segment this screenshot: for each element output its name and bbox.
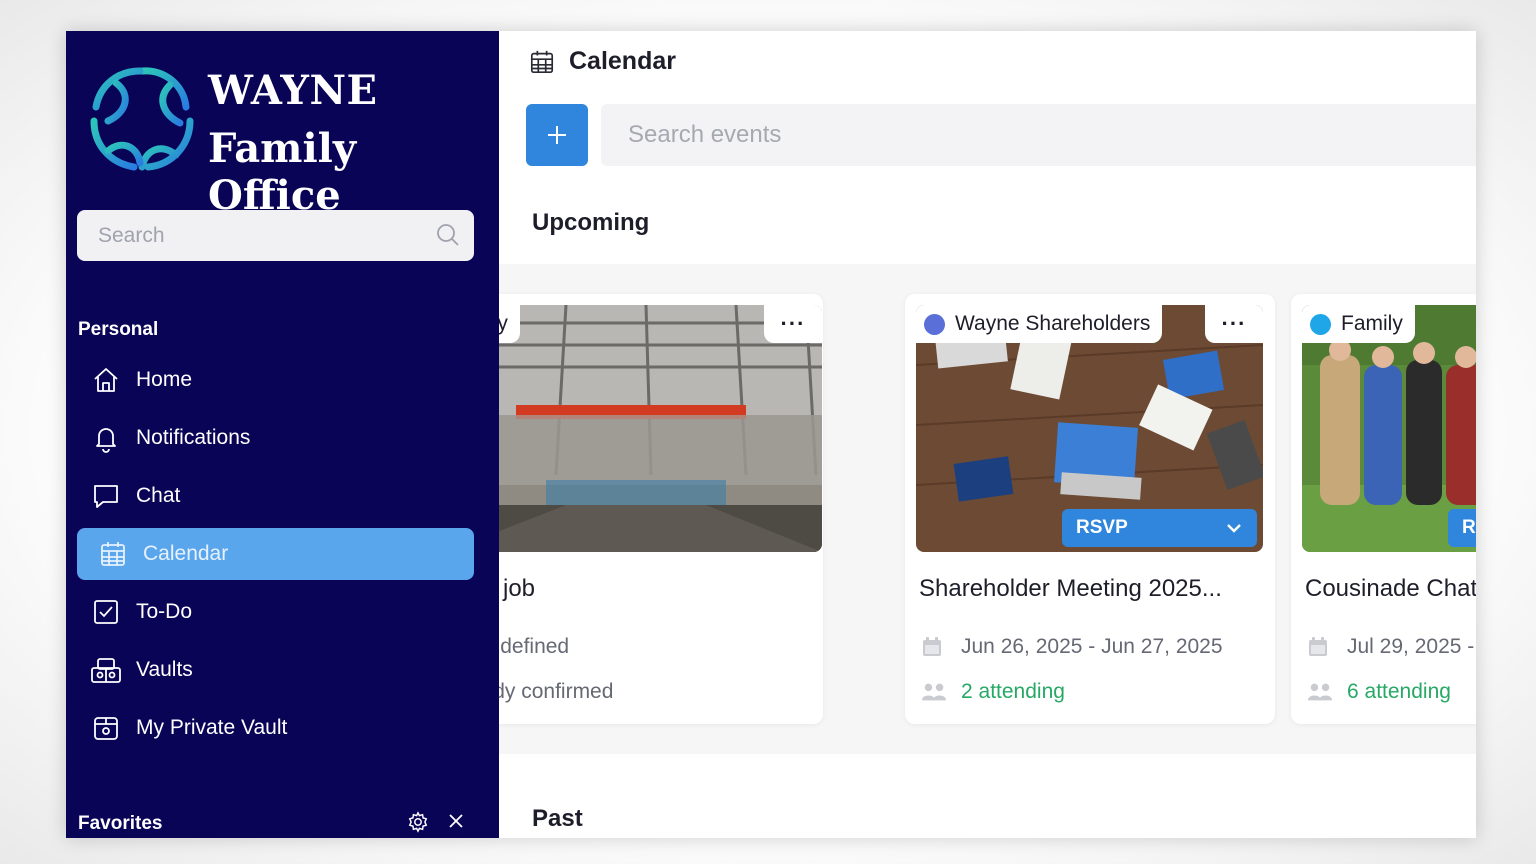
group-color-dot <box>924 313 945 335</box>
event-date: Jun 26, 2025 - Jun 27, 2025 <box>921 635 1223 659</box>
sidebar-item-notifications[interactable]: Notifications <box>77 412 474 464</box>
event-date: Jul 29, 2025 - Jul 3 <box>1307 635 1476 659</box>
event-card[interactable]: Family RSVP Cousinade Chateau Jul 29, 20… <box>1291 294 1476 724</box>
private-vault-icon <box>90 712 122 744</box>
vaults-icon <box>90 654 122 686</box>
sidebar-item-calendar[interactable]: Calendar <box>77 528 474 580</box>
event-search-input[interactable] <box>601 104 1476 166</box>
sidebar-item-label: Chat <box>136 484 181 507</box>
rsvp-label: RSVP <box>1076 517 1128 538</box>
event-group-tag-label: Family <box>499 312 508 335</box>
event-title: Shareholder Meeting 2025... <box>919 575 1222 602</box>
rsvp-label: RSVP <box>1462 517 1476 538</box>
sidebar-item-label: My Private Vault <box>136 716 288 739</box>
event-card[interactable]: Wayne Shareholders ··· RSVP Shareholder … <box>905 294 1275 724</box>
event-group-tag: Family <box>499 305 520 343</box>
event-date-text: To be defined <box>499 635 570 658</box>
sidebar-item-chat[interactable]: Chat <box>77 470 474 522</box>
brand-logo[interactable]: WAYNE Family Office <box>86 63 486 219</box>
sidebar-item-home[interactable]: Home <box>77 354 474 406</box>
event-attendance-text: 2 attending <box>961 680 1065 703</box>
page-background: WAYNE Family Office Personal Home Notifi… <box>0 0 1536 864</box>
upcoming-heading: Upcoming <box>532 209 650 236</box>
more-options-button[interactable]: ··· <box>1205 305 1263 343</box>
app-window: WAYNE Family Office Personal Home Notifi… <box>66 31 1476 838</box>
event-title: mmer job <box>499 575 536 602</box>
personal-section-label: Personal <box>78 319 159 340</box>
event-group-tag-label: Family <box>1341 312 1403 335</box>
plus-icon <box>548 126 566 144</box>
sidebar-search-input[interactable] <box>77 210 474 261</box>
close-icon[interactable] <box>446 811 466 836</box>
past-heading: Past <box>532 805 583 832</box>
calendar-icon <box>921 636 947 658</box>
event-card[interactable]: Family ··· mmer job To be defined Nobody… <box>499 294 823 724</box>
sidebar-item-label: Notifications <box>136 426 251 449</box>
chat-icon <box>90 480 122 512</box>
sidebar-item-vaults[interactable]: Vaults <box>77 644 474 696</box>
search-icon[interactable] <box>436 223 460 252</box>
sidebar-item-todo[interactable]: To-Do <box>77 586 474 638</box>
home-icon <box>90 364 122 396</box>
wayne-logo-icon <box>90 67 194 171</box>
event-attendance-text: Nobody confirmed <box>499 680 614 703</box>
calendar-icon <box>529 49 555 80</box>
event-attendance: Nobody confirmed <box>499 680 613 704</box>
calendar-icon <box>97 538 129 570</box>
favorites-section-label: Favorites <box>78 813 163 834</box>
bell-icon <box>90 422 122 454</box>
main-content: Calendar Upcoming <box>499 31 1476 838</box>
add-event-button[interactable] <box>526 104 588 166</box>
rsvp-dropdown-button[interactable]: RSVP <box>1062 509 1257 547</box>
event-title: Cousinade Chateau <box>1305 575 1476 602</box>
sidebar-item-label: To-Do <box>136 600 193 623</box>
group-color-dot <box>1310 313 1331 335</box>
calendar-icon <box>1307 636 1333 658</box>
more-options-button[interactable]: ··· <box>764 305 822 343</box>
event-attendance: 6 attending <box>1307 680 1451 704</box>
sidebar-item-my-private-vault[interactable]: My Private Vault <box>77 702 474 754</box>
event-attendance: 2 attending <box>921 680 1065 704</box>
people-icon <box>1307 681 1333 703</box>
event-group-tag: Family <box>1302 305 1415 343</box>
sidebar: WAYNE Family Office Personal Home Notifi… <box>66 31 499 838</box>
page-title: Calendar <box>569 47 676 75</box>
event-search <box>601 104 1476 166</box>
gear-icon[interactable] <box>407 811 429 838</box>
event-date: To be defined <box>499 635 569 659</box>
event-date-text: Jul 29, 2025 - Jul 3 <box>1347 635 1476 658</box>
sidebar-item-label: Calendar <box>143 542 229 565</box>
people-icon <box>921 681 947 703</box>
sidebar-search <box>77 210 474 261</box>
brand-name-line1: WAYNE <box>208 67 378 114</box>
event-date-text: Jun 26, 2025 - Jun 27, 2025 <box>961 635 1223 658</box>
sidebar-item-label: Vaults <box>136 658 193 681</box>
checkbox-icon <box>90 596 122 628</box>
brand-name-line2: Family Office <box>208 125 357 219</box>
chevron-down-icon <box>1227 524 1241 533</box>
event-group-tag-label: Wayne Shareholders <box>955 312 1151 335</box>
rsvp-button[interactable]: RSVP <box>1448 509 1476 547</box>
event-group-tag: Wayne Shareholders <box>916 305 1163 343</box>
sidebar-item-label: Home <box>136 368 193 391</box>
event-attendance-text: 6 attending <box>1347 680 1451 703</box>
